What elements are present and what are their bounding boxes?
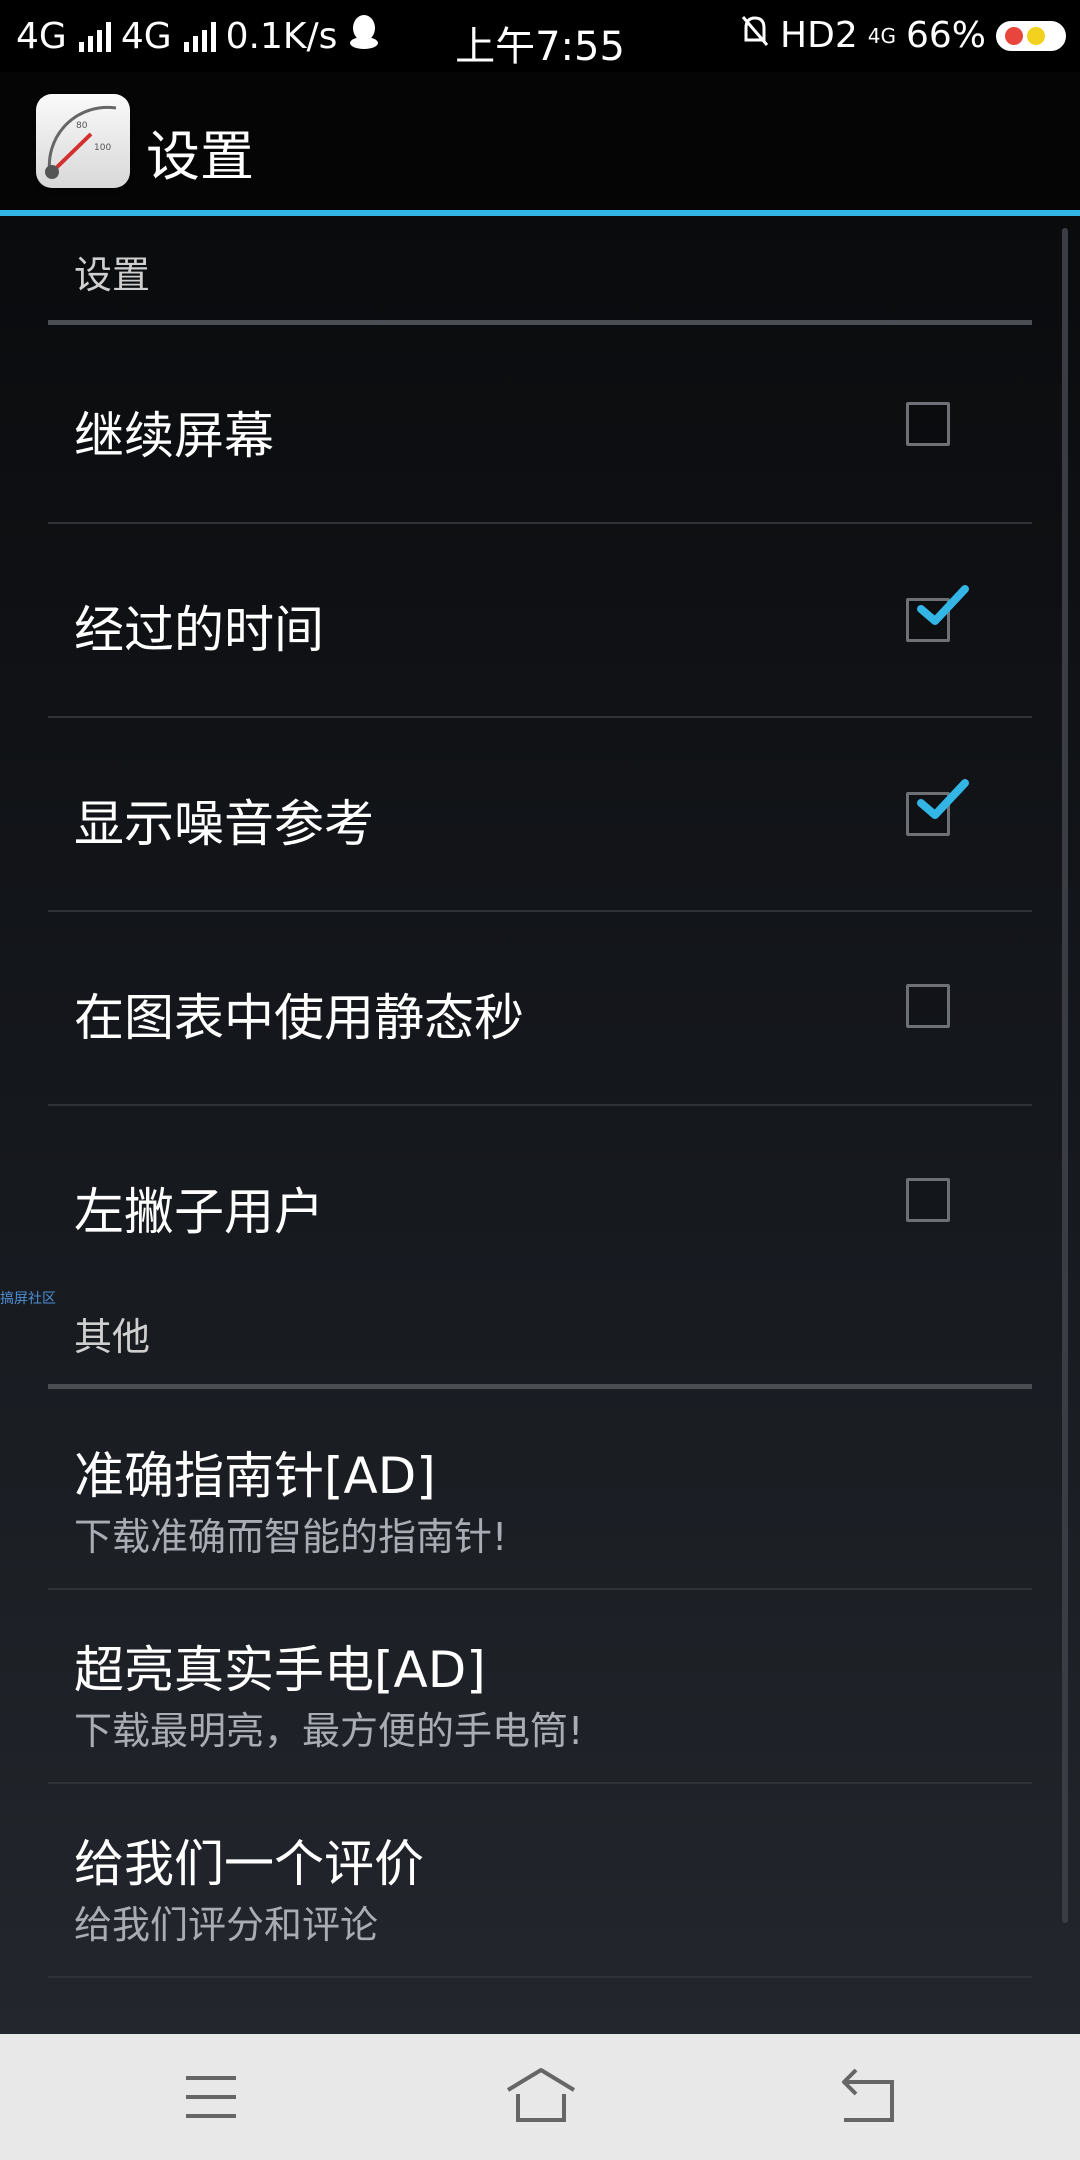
- checkmark-icon: [917, 585, 969, 625]
- action-bar: 80 100 设置: [0, 72, 1080, 210]
- back-icon[interactable]: [822, 2064, 912, 2130]
- other-item-compass[interactable]: 准确指南针[AD] 下载准确而智能的指南针!: [48, 1396, 1032, 1590]
- setting-static-seconds[interactable]: 在图表中使用静态秒: [48, 912, 1032, 1106]
- menu-icon[interactable]: [166, 2064, 256, 2130]
- status-right: HD2 4G 66%: [740, 14, 1066, 57]
- setting-label: 左撇子用户: [74, 1183, 324, 1241]
- page-title: 设置: [146, 125, 254, 188]
- item-title: 准确指南针[AD]: [74, 1447, 436, 1505]
- checkbox-elapsed-time[interactable]: [906, 585, 969, 642]
- status-bar: 4G 4G 0.1K/s 上午7:55 HD2 4G 66%: [0, 0, 1080, 72]
- svg-text:100: 100: [94, 143, 111, 153]
- mute-bell-icon: [740, 14, 770, 57]
- setting-elapsed-time[interactable]: 经过的时间: [48, 524, 1032, 718]
- section-header-other: 其他: [48, 1306, 1032, 1396]
- setting-label: 继续屏幕: [74, 407, 274, 465]
- item-subtitle: 下载最明亮，最方便的手电筒!: [74, 1709, 584, 1753]
- navigation-bar: [0, 2034, 1080, 2160]
- settings-list[interactable]: 设置 继续屏幕 经过的时间 显示噪音参考 在图表中使用静态秒 左撇子用户 其他 …: [0, 216, 1080, 2034]
- other-item-rate-us[interactable]: 给我们一个评价 给我们评分和评论: [48, 1784, 1032, 1978]
- checkbox-keep-screen[interactable]: [906, 402, 950, 446]
- item-subtitle: 给我们评分和评论: [74, 1903, 379, 1947]
- setting-noise-reference[interactable]: 显示噪音参考: [48, 718, 1032, 912]
- section-divider: [48, 1384, 1032, 1389]
- section-title: 其他: [74, 1315, 151, 1359]
- lte-indicator: 4G: [867, 23, 896, 48]
- checkmark-icon: [917, 779, 969, 819]
- checkbox-noise-reference[interactable]: [906, 779, 969, 836]
- setting-label: 在图表中使用静态秒: [74, 989, 524, 1047]
- item-title: 超亮真实手电[AD]: [74, 1641, 486, 1699]
- hd-indicator: HD2: [780, 15, 858, 56]
- other-item-flashlight[interactable]: 超亮真实手电[AD] 下载最明亮，最方便的手电筒!: [48, 1590, 1032, 1784]
- setting-keep-screen[interactable]: 继续屏幕: [48, 330, 1032, 524]
- setting-label: 经过的时间: [74, 601, 324, 659]
- watermark: 搞屏社区: [0, 1291, 56, 1307]
- setting-label: 显示噪音参考: [74, 795, 374, 853]
- checkbox-left-handed[interactable]: [906, 1178, 950, 1222]
- svg-text:80: 80: [76, 121, 88, 131]
- row-divider: [48, 1976, 1032, 1978]
- battery-icon: [996, 20, 1066, 51]
- section-divider: [48, 320, 1032, 325]
- item-subtitle: 下载准确而智能的指南针!: [74, 1515, 508, 1559]
- battery-percent: 66%: [905, 15, 986, 56]
- item-title: 给我们一个评价: [74, 1835, 424, 1893]
- home-icon[interactable]: [496, 2064, 586, 2130]
- checkbox-static-seconds[interactable]: [906, 984, 950, 1028]
- scrollbar[interactable]: [1062, 228, 1068, 1923]
- section-title: 设置: [74, 253, 151, 297]
- setting-left-handed[interactable]: 左撇子用户: [48, 1106, 1032, 1300]
- section-header-settings: 设置: [48, 244, 1032, 330]
- speedometer-icon[interactable]: 80 100: [36, 94, 130, 188]
